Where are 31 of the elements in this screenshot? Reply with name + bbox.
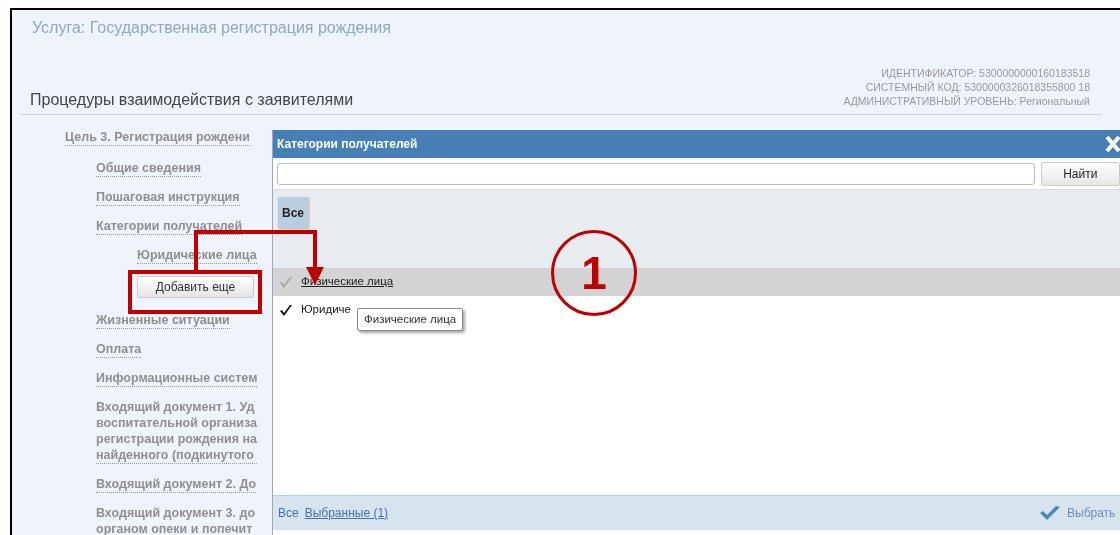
nav-link[interactable]: Информационные систем [96, 370, 258, 387]
nav-link[interactable]: Цель 3. Регистрация рождени [65, 129, 250, 146]
nav-link[interactable]: Оплата [96, 341, 142, 358]
meta-text: АДМИНИСТРАТИВНЫЙ УРОВЕНЬ: Региональный [843, 94, 1090, 108]
nav-link[interactable]: Жизненные ситуации [96, 312, 230, 329]
item-label[interactable]: Физические лица [301, 273, 394, 291]
section-title: Процедуры взаимодействия с заявителями [30, 90, 354, 110]
step-number: 1 [551, 230, 637, 316]
footer-link[interactable]: Все [278, 504, 299, 522]
item-label[interactable]: Юридиче [301, 301, 351, 319]
search-button[interactable]: Найти [1040, 161, 1120, 186]
filter-tab[interactable]: Все [278, 197, 308, 228]
close-icon[interactable] [1105, 135, 1120, 153]
check-icon [1039, 505, 1061, 521]
nav-link[interactable]: Общие сведения [96, 160, 201, 177]
check-icon[interactable] [279, 303, 293, 317]
nav-link[interactable]: Входящий документ 2. До [96, 476, 257, 493]
check-icon[interactable] [279, 275, 293, 289]
footer-link[interactable]: Выбранные (1) [304, 504, 389, 522]
add-button[interactable]: Добавить еще [137, 276, 254, 298]
meta-text: ИДЕНТИФИКАТОР: 5300000000160183518 [881, 66, 1090, 80]
nav-link[interactable]: Категории получателей [96, 218, 243, 235]
service-title: Услуга: Государственная регистрация рождения [32, 18, 391, 38]
meta-text: СИСТЕМНЫЙ КОД: 5300000326018355800 18 [865, 80, 1090, 94]
nav-link[interactable]: Входящий документ 1. Уд воспитательной организа регистрации рождения на найденного (подкинутого [96, 399, 258, 464]
tooltip: Физические лица [357, 308, 464, 332]
nav-link[interactable]: Входящий документ 3. до органом опеки и попечит [96, 505, 255, 535]
select-button[interactable]: Выбрать [1067, 504, 1116, 522]
search-field[interactable] [277, 162, 1035, 185]
dialog-title: Категории получателей [277, 136, 418, 153]
nav-link[interactable]: Пошаговая инструкция [96, 189, 240, 206]
